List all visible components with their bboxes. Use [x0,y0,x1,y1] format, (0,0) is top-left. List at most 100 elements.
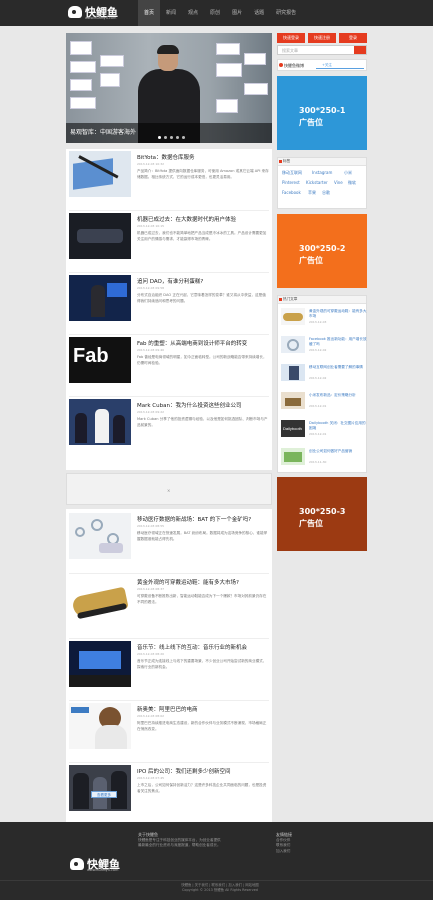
tag-link[interactable]: Vine [334,180,343,185]
article-meta: 2013-12-03 10:32 [137,162,165,166]
hot-title[interactable]: 移动互联网创业者需要了解的事情 [309,365,367,375]
sidebar-ad-1[interactable]: 300*250-1 广告位 [277,76,367,150]
article-summary: 分布式自治组织 DAO 正在兴起，它意味着怎样的变革？谁又将从中获益，这是值得我… [137,293,266,303]
tag-link[interactable]: 谷歌 [322,190,330,196]
list-item[interactable]: 黄金外观的可穿戴运动鞋：能有多大市场? 2013-12-03 08:37 可穿戴… [69,576,269,634]
list-item[interactable]: 追问 DAO，有谁分利蛋糕? 2013-12-03 09:58 分布式自治组织 … [69,275,269,333]
hot-title[interactable]: 创业公司如何做好产品营销 [309,449,367,459]
list-item[interactable]: Mark Cuban：我为什么投资这些创业公司 2013-12-03 09:22… [69,399,269,457]
list-item[interactable]: BitYota：数据仓库服务 2013-12-03 10:32 产品简介：Bit… [69,151,269,209]
article-thumbnail [69,213,131,259]
article-title[interactable]: 音乐节：线上线下的互动：音乐行业的新机会 [137,643,269,651]
hot-article[interactable]: 创业公司如何做好产品营销 2013-11-30 [281,448,367,467]
sidebar-ad-3[interactable]: 300*250-3 广告位 [277,477,367,551]
article-meta: 2013-12-03 10:15 [137,224,165,228]
tag-link[interactable]: Instagram [312,170,332,175]
divider [69,396,269,397]
site-footer: 快鲤鱼 www.kuailiyu.com 关于快鲤鱼 快鲤鱼是专注于科技创业的媒… [0,822,433,900]
divider [69,638,269,639]
nav-news[interactable]: 新闻 [160,0,182,26]
article-title[interactable]: Fab 的重塑：从高端电商到设计师平台的转变 [137,339,269,347]
tag-link[interactable]: Facebook [282,190,301,195]
list-item[interactable]: 机器已成过去：在大数据时代的用户体验 2013-12-03 10:15 机器已成… [69,213,269,271]
hot-article[interactable]: 黄金外观的可穿戴运动鞋：能有多大市场 2013-12-03 [281,308,367,327]
nav-reports[interactable]: 研究报告 [270,0,302,26]
quick-login-button[interactable]: 快速登录 [277,33,305,43]
nav-pictures[interactable]: 图片 [226,0,248,26]
ad-label: 广告位 [299,256,323,265]
slider-logo-tile [70,41,92,55]
hot-article[interactable]: 小米发布新品：定价策略分析 2013-12-01 [281,392,367,411]
hot-title[interactable]: Dailybooth 关闭：社交图片应用的困境 [309,421,367,431]
article-title[interactable]: 机器已成过去：在大数据时代的用户体验 [137,215,269,223]
nav-home[interactable]: 首页 [138,0,161,26]
hot-date: 2013-12-02 [309,376,327,380]
slider-logo-tile [100,55,124,67]
slider-dots [158,136,185,139]
sidebar-ad-2[interactable]: 300*250-2 广告位 [277,214,367,288]
article-title[interactable]: 追问 DAO，有谁分利蛋糕? [137,277,269,285]
tag-link[interactable]: Pinterest [282,180,300,185]
article-title[interactable]: 新奥美：阿里巴巴的电商 [137,705,269,713]
article-title[interactable]: 移动医疗数据的新战场：BAT 的下一个金矿吗? [137,515,269,523]
article-thumbnail [69,641,131,687]
login-button[interactable]: 登录 [339,33,367,43]
article-meta: 2013-12-03 08:02 [137,714,165,718]
slider-logo-tile [216,43,240,55]
article-title[interactable]: Mark Cuban：我为什么投资这些创业公司 [137,401,269,409]
slider-dot[interactable] [176,136,179,139]
article-list-1: BitYota：数据仓库服务 2013-12-03 10:32 产品简介：Bit… [66,149,272,470]
nav-original[interactable]: 原创 [204,0,226,26]
slider-logo-tile [100,73,120,87]
list-item[interactable]: 新奥美：阿里巴巴的电商 2013-12-03 08:02 阿里巴巴持续推进电商生… [69,703,269,761]
article-title[interactable]: IPO 后的公司：我们还剩多少创新空间 [137,767,269,775]
hot-article[interactable]: Facebook 推出新功能：用户增长放缓了吗 2013-12-02 [281,336,367,355]
featured-slider[interactable]: 易观智库：中国游客海外 [66,33,272,143]
tag-link[interactable]: 移动互联网 [282,170,302,176]
list-item[interactable]: Fab Fab 的重塑：从高端电商到设计师平台的转变 2013-12-03 09… [69,337,269,395]
tag-link[interactable]: Kickstarter [306,180,328,185]
tag-link[interactable]: 微软 [348,180,356,186]
slider-dot[interactable] [158,136,161,139]
hot-article[interactable]: Dailybooth Dailybooth 关闭：社交图片应用的困境 2013-… [281,420,367,439]
nav-topics[interactable]: 话题 [248,0,270,26]
slider-dot[interactable] [170,136,173,139]
hot-title[interactable]: 小米发布新品：定价策略分析 [309,393,367,403]
list-item[interactable]: 音乐节：线上线下的互动：音乐行业的新机会 2013-12-03 08:20 音乐… [69,641,269,699]
article-summary: 音乐节正成为连接线上与线下的重要场景，不少创业公司开始尝试新的商业模式，探索行业… [137,659,267,669]
article-summary: 上市之后，公司如何保持创新活力？这是许多科技企业共同面临的问题，也是投资者关注的… [137,783,267,793]
list-item[interactable]: 移动医疗数据的新战场：BAT 的下一个金矿吗? 2013-12-03 08:55… [69,513,269,571]
hot-thumbnail [281,448,305,465]
article-title[interactable]: BitYota：数据仓库服务 [137,153,269,161]
load-more-button[interactable]: 查看更多 [91,791,117,798]
article-title[interactable]: 黄金外观的可穿戴运动鞋：能有多大市场? [137,578,269,586]
article-meta: 2013-12-03 09:58 [137,286,165,290]
quick-register-button[interactable]: 快速注册 [308,33,336,43]
ad-size-label: 300*250-3 [299,507,346,516]
hot-article[interactable]: 移动互联网创业者需要了解的事情 2013-12-02 [281,364,367,383]
article-thumbnail [69,765,131,811]
footer-logo[interactable]: 快鲤鱼 www.kuailiyu.com [70,856,130,874]
slider-dot[interactable] [164,136,167,139]
hot-title[interactable]: Facebook 推出新功能：用户增长放缓了吗 [309,337,367,347]
banner-ad[interactable]: × [66,473,272,505]
tag-link[interactable]: 苹果 [308,190,316,196]
tag-link[interactable]: 小米 [344,170,352,176]
hot-title[interactable]: 黄金外观的可穿戴运动鞋：能有多大市场 [309,309,367,319]
site-logo[interactable]: 快鲤鱼 www.kuailiyu.com [68,4,128,22]
footer-about-text: 最新最全的行业资讯与深度报道，帮助创业者成长。 [138,843,221,847]
search-icon[interactable] [354,46,366,54]
footer-link[interactable]: 加入我们 [276,849,336,855]
divider [69,573,269,574]
tags-panel: 标签 移动互联网 Instagram 小米 Pinterest Kickstar… [277,157,367,209]
slider-dot[interactable] [182,136,185,139]
hot-date: 2013-12-01 [309,404,327,408]
article-summary: 可穿戴设备不断推陈出新，智能运动鞋能否成为下一个爆款？市场对其前景仍存在不同的看… [137,594,267,604]
article-thumbnail [69,703,131,749]
footer-copyright: 快鲤鱼 | 关于我们 | 联系我们 | 加入我们 | 网站地图 Copyrigh… [140,883,300,893]
ad-label: 广告位 [299,118,323,127]
nav-opinion[interactable]: 观点 [182,0,204,26]
ad-close-icon[interactable]: × [167,488,170,493]
search-input[interactable]: 搜索文章 [277,45,367,55]
article-thumbnail: Fab [69,337,131,383]
